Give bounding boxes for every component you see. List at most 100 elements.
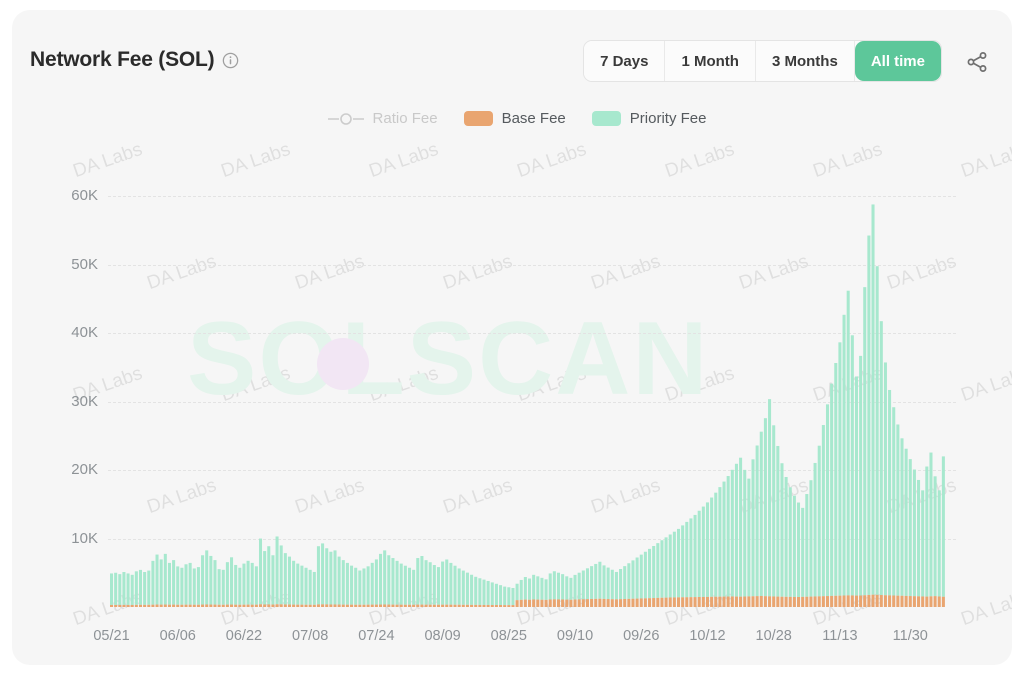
bar-priority-fee[interactable] xyxy=(639,554,643,599)
bar-base-fee[interactable] xyxy=(494,605,498,607)
bar-base-fee[interactable] xyxy=(234,604,238,607)
bar-priority-fee[interactable] xyxy=(412,569,416,605)
bar-base-fee[interactable] xyxy=(681,597,685,607)
bar-priority-fee[interactable] xyxy=(254,566,258,605)
bar-priority-fee[interactable] xyxy=(867,235,871,595)
bar-priority-fee[interactable] xyxy=(234,564,238,605)
bar-priority-fee[interactable] xyxy=(602,565,606,599)
bar-priority-fee[interactable] xyxy=(676,528,681,598)
bar-base-fee[interactable] xyxy=(528,599,532,607)
bar-base-fee[interactable] xyxy=(751,596,755,607)
bar-base-fee[interactable] xyxy=(267,604,271,607)
bar-priority-fee[interactable] xyxy=(726,476,730,597)
bar-priority-fee[interactable] xyxy=(366,566,370,605)
bar-base-fee[interactable] xyxy=(883,595,887,607)
bar-base-fee[interactable] xyxy=(312,604,316,607)
bar-base-fee[interactable] xyxy=(130,604,134,607)
bar-base-fee[interactable] xyxy=(892,595,896,608)
bar-priority-fee[interactable] xyxy=(904,448,908,596)
bar-base-fee[interactable] xyxy=(556,599,561,607)
bar-priority-fee[interactable] xyxy=(395,560,399,605)
bar-base-fee[interactable] xyxy=(825,596,830,607)
bar-priority-fee[interactable] xyxy=(734,463,738,597)
bar-priority-fee[interactable] xyxy=(569,577,573,600)
bar-priority-fee[interactable] xyxy=(664,537,668,598)
bar-base-fee[interactable] xyxy=(648,598,652,607)
bar-priority-fee[interactable] xyxy=(312,571,316,605)
bar-base-fee[interactable] xyxy=(561,599,565,607)
bar-priority-fee[interactable] xyxy=(743,469,747,597)
bar-priority-fee[interactable] xyxy=(275,536,279,605)
bar-priority-fee[interactable] xyxy=(590,566,594,599)
bar-base-fee[interactable] xyxy=(296,604,300,607)
bar-base-fee[interactable] xyxy=(573,599,577,607)
bar-base-fee[interactable] xyxy=(614,599,618,607)
bar-priority-fee[interactable] xyxy=(532,574,536,600)
bar-base-fee[interactable] xyxy=(486,604,490,607)
bar-base-fee[interactable] xyxy=(490,605,494,607)
bar-priority-fee[interactable] xyxy=(643,551,647,599)
bar-base-fee[interactable] xyxy=(213,604,217,607)
bar-priority-fee[interactable] xyxy=(465,572,469,605)
bar-priority-fee[interactable] xyxy=(627,563,631,599)
bar-priority-fee[interactable] xyxy=(710,497,714,597)
bar-base-fee[interactable] xyxy=(900,595,904,607)
bar-priority-fee[interactable] xyxy=(850,335,854,596)
bar-base-fee[interactable] xyxy=(325,604,329,607)
bar-priority-fee[interactable] xyxy=(776,445,780,597)
bar-base-fee[interactable] xyxy=(147,604,151,607)
bar-base-fee[interactable] xyxy=(627,598,631,607)
bar-base-fee[interactable] xyxy=(308,604,312,607)
bar-base-fee[interactable] xyxy=(540,599,544,607)
bar-base-fee[interactable] xyxy=(263,604,267,607)
bar-priority-fee[interactable] xyxy=(519,579,523,600)
bar-priority-fee[interactable] xyxy=(321,543,325,605)
bar-base-fee[interactable] xyxy=(590,598,594,607)
bar-base-fee[interactable] xyxy=(705,596,709,607)
bar-base-fee[interactable] xyxy=(917,596,921,607)
bar-base-fee[interactable] xyxy=(821,596,825,607)
bar-priority-fee[interactable] xyxy=(482,579,486,605)
bar-base-fee[interactable] xyxy=(689,597,693,607)
bar-priority-fee[interactable] xyxy=(499,585,503,606)
bar-base-fee[interactable] xyxy=(110,604,114,607)
bar-base-fee[interactable] xyxy=(722,596,726,607)
bar-priority-fee[interactable] xyxy=(747,478,751,597)
bar-priority-fee[interactable] xyxy=(246,560,250,605)
bar-priority-fee[interactable] xyxy=(830,383,834,596)
bar-priority-fee[interactable] xyxy=(172,560,176,605)
bar-priority-fee[interactable] xyxy=(561,574,565,600)
bar-priority-fee[interactable] xyxy=(917,479,921,597)
bar-priority-fee[interactable] xyxy=(486,580,490,605)
bar-priority-fee[interactable] xyxy=(892,407,896,596)
bar-priority-fee[interactable] xyxy=(933,476,937,597)
bar-base-fee[interactable] xyxy=(693,597,697,607)
bar-base-fee[interactable] xyxy=(610,599,614,607)
bar-priority-fee[interactable] xyxy=(445,559,449,605)
bar-priority-fee[interactable] xyxy=(834,363,838,596)
bar-priority-fee[interactable] xyxy=(225,562,229,605)
bar-base-fee[interactable] xyxy=(888,595,892,607)
bar-priority-fee[interactable] xyxy=(362,568,366,605)
bar-priority-fee[interactable] xyxy=(428,562,432,605)
bar-base-fee[interactable] xyxy=(581,599,585,607)
bar-priority-fee[interactable] xyxy=(511,587,515,606)
bar-priority-fee[interactable] xyxy=(167,562,171,605)
bar-base-fee[interactable] xyxy=(859,595,863,608)
bar-base-fee[interactable] xyxy=(697,597,701,607)
bar-base-fee[interactable] xyxy=(482,604,486,607)
bar-priority-fee[interactable] xyxy=(279,545,283,605)
bar-priority-fee[interactable] xyxy=(196,567,200,605)
bar-priority-fee[interactable] xyxy=(325,548,329,605)
bar-priority-fee[interactable] xyxy=(681,525,685,598)
bar-base-fee[interactable] xyxy=(225,604,229,607)
bar-base-fee[interactable] xyxy=(606,599,610,607)
bar-base-fee[interactable] xyxy=(875,594,879,607)
bar-base-fee[interactable] xyxy=(374,604,378,607)
bar-base-fee[interactable] xyxy=(668,597,672,607)
bar-priority-fee[interactable] xyxy=(130,574,134,605)
bar-priority-fee[interactable] xyxy=(701,506,705,597)
bar-base-fee[interactable] xyxy=(134,604,138,607)
bar-priority-fee[interactable] xyxy=(552,571,556,600)
bar-base-fee[interactable] xyxy=(461,604,465,607)
